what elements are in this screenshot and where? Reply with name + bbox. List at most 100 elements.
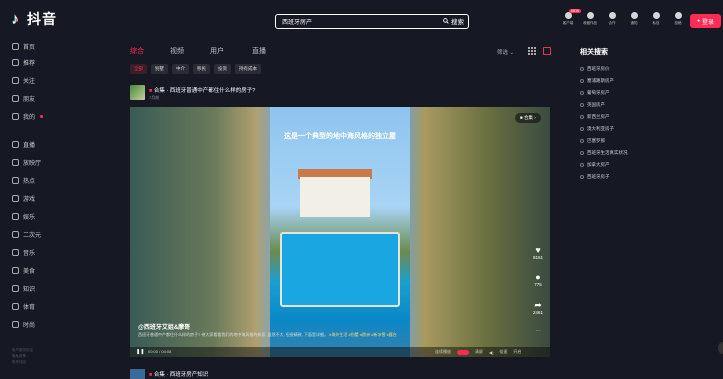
related-item-label: 西班牙房子 bbox=[587, 174, 610, 179]
bell-icon bbox=[630, 12, 638, 19]
chip-villa[interactable]: 别墅 bbox=[151, 64, 168, 74]
more-button[interactable]: ... bbox=[530, 327, 546, 332]
related-item[interactable]: 塞浦路斯房产 bbox=[580, 75, 628, 87]
login-button[interactable]: ● 登录 bbox=[690, 14, 721, 28]
autoplay-toggle[interactable] bbox=[457, 349, 469, 355]
top-bar: ♪ ♪ ♪ 抖音 搜索 NEW 客户端 收藏作品 合作 通知 私信 投稿 ● 登录 bbox=[0, 0, 723, 34]
comment-button[interactable]: ● 775 bbox=[530, 272, 546, 287]
search-button[interactable]: 搜索 bbox=[443, 16, 464, 26]
upload-icon bbox=[674, 12, 682, 19]
related-item[interactable]: 新西兰房产 bbox=[580, 111, 628, 123]
footer-link[interactable]: 账号找回 bbox=[12, 360, 26, 365]
video-author[interactable]: @西班牙艾姐&摩哥 bbox=[138, 322, 190, 331]
related-item-label: 澳大利亚房子 bbox=[587, 126, 614, 131]
chip-agent[interactable]: 中介 bbox=[172, 64, 189, 74]
sidebar-item-label: 音乐 bbox=[23, 251, 36, 257]
new-badge: NEW bbox=[569, 9, 582, 13]
sidebar-item-friends[interactable]: 朋友 bbox=[12, 94, 35, 103]
friends-icon bbox=[12, 95, 19, 102]
follow-icon bbox=[12, 77, 19, 84]
sidebar-item-sports[interactable]: 体育 bbox=[12, 302, 35, 311]
notifications-button[interactable]: 通知 bbox=[626, 12, 642, 26]
tab-video[interactable]: 视频 bbox=[170, 46, 210, 56]
sidebar-item-knowledge[interactable]: 知识 bbox=[12, 284, 35, 293]
sidebar-item-mine[interactable]: 我的 bbox=[12, 112, 44, 121]
sidebar-item-anime[interactable]: 二次元 bbox=[12, 230, 41, 239]
play-pause-icon[interactable]: ❚❚ bbox=[136, 349, 144, 355]
post-title[interactable]: ■ 合集 · 西班牙普通中产都住什么样的房子? bbox=[149, 86, 255, 94]
collection-button[interactable]: ■ 合集 › bbox=[515, 113, 541, 123]
tab-user[interactable]: 用户 bbox=[210, 46, 252, 56]
collection-icon: ■ bbox=[149, 88, 153, 94]
related-item[interactable]: 葡萄牙房产 bbox=[580, 87, 628, 99]
clear-screen-button[interactable]: 清屏 bbox=[475, 349, 483, 355]
footer-link[interactable]: 隐私政策 bbox=[12, 354, 26, 359]
messages-button[interactable]: 私信 bbox=[648, 12, 664, 26]
tab-live[interactable]: 直播 bbox=[252, 46, 292, 56]
scroll-handle[interactable] bbox=[718, 342, 723, 354]
chip-investment[interactable]: 投资 bbox=[214, 64, 231, 74]
sidebar-item-label: 体育 bbox=[23, 305, 36, 311]
volume-icon[interactable]: ◀) bbox=[489, 350, 493, 355]
filter-button[interactable]: 筛选 ⌄ bbox=[497, 48, 514, 56]
tab-all[interactable]: 综合 bbox=[130, 46, 170, 56]
sidebar-item-label: 二次元 bbox=[23, 233, 42, 239]
video-description: 西班牙普通中产都住什么样的房子? 带大家看看我们的地中海风格的新家, 虽然不大,… bbox=[138, 332, 397, 338]
sidebar-item-entertainment[interactable]: 娱乐 bbox=[12, 212, 35, 221]
chip-all[interactable]: 全部 bbox=[130, 64, 147, 74]
related-item[interactable]: 澳大利亚房子 bbox=[580, 123, 628, 135]
notification-dot bbox=[40, 115, 44, 118]
search-icon bbox=[580, 103, 584, 107]
next-post-title[interactable]: ■ 合集 · 西班牙房产知识 bbox=[149, 370, 208, 378]
list-view-icon[interactable] bbox=[543, 47, 551, 55]
grid-view-icon[interactable] bbox=[528, 47, 536, 55]
favorites-button[interactable]: 收藏作品 bbox=[582, 12, 598, 26]
speed-button[interactable]: 倍速 bbox=[499, 349, 507, 355]
like-button[interactable]: ♥ 9151 bbox=[530, 245, 546, 260]
chevron-down-icon: ⌄ bbox=[509, 50, 515, 56]
post-avatar[interactable] bbox=[130, 85, 145, 100]
sidebar-item-follow[interactable]: 关注 bbox=[12, 76, 35, 85]
sidebar-item-music[interactable]: 音乐 bbox=[12, 248, 35, 257]
sidebar-item-home[interactable]: 首页 bbox=[12, 42, 35, 51]
client-download-button[interactable]: NEW 客户端 bbox=[560, 9, 582, 26]
related-item[interactable]: 西班牙生活真实状况 bbox=[580, 147, 628, 159]
sidebar-item-live[interactable]: 直播 bbox=[12, 140, 35, 149]
client-icon bbox=[564, 12, 572, 19]
logo[interactable]: ♪ ♪ ♪ 抖音 bbox=[10, 9, 57, 29]
sidebar-item-game[interactable]: 游戏 bbox=[12, 194, 35, 203]
chip-immigration[interactable]: 移民 bbox=[193, 64, 210, 74]
hashtag[interactable]: #新冰雪 bbox=[371, 332, 385, 337]
cooperate-button[interactable]: 合作 bbox=[604, 12, 620, 26]
filter-label: 筛选 bbox=[497, 50, 509, 56]
hashtag[interactable]: #海外生活 bbox=[329, 332, 347, 337]
hashtag[interactable]: #欧洲 bbox=[360, 332, 370, 337]
related-item[interactable]: 加拿大房产 bbox=[580, 159, 628, 171]
related-item-label: 加拿大房产 bbox=[587, 162, 610, 167]
chip-holding-cost[interactable]: 持有成本 bbox=[235, 64, 261, 74]
related-item[interactable]: 巴塞罗那 bbox=[580, 135, 628, 147]
related-item[interactable]: 英国房产 bbox=[580, 99, 628, 111]
sidebar-item-hot[interactable]: 热点 bbox=[12, 176, 35, 185]
search-input[interactable] bbox=[282, 18, 422, 25]
next-post-avatar[interactable] bbox=[130, 369, 145, 379]
sidebar-item-recommend[interactable]: 推荐 bbox=[12, 58, 35, 67]
related-item[interactable]: 西班牙房价 bbox=[580, 63, 628, 75]
sidebar-item-food[interactable]: 美食 bbox=[12, 266, 35, 275]
sidebar-item-theater[interactable]: 放映厅 bbox=[12, 158, 41, 167]
sidebar-item-label: 放映厅 bbox=[23, 161, 42, 167]
video-player[interactable]: 这是一个典型的地中海风格的独立屋 ■ 合集 › ♥ 9151 ● 775 ➦ 2461… bbox=[130, 107, 550, 357]
share-button[interactable]: ➦ 2461 bbox=[530, 300, 546, 315]
sidebar-item-label: 首页 bbox=[23, 45, 36, 51]
sidebar-item-fashion[interactable]: 时尚 bbox=[12, 320, 35, 329]
fullscreen-button[interactable]: 开启 bbox=[513, 349, 521, 355]
star-icon bbox=[586, 12, 594, 19]
hashtag[interactable]: #露台 bbox=[387, 332, 397, 337]
upload-button[interactable]: 投稿 bbox=[670, 12, 686, 26]
hashtag[interactable]: #别墅 bbox=[349, 332, 359, 337]
footer-link[interactable]: 用户服务协议 bbox=[12, 348, 33, 353]
recommend-icon bbox=[12, 59, 19, 66]
related-item-label: 塞浦路斯房产 bbox=[587, 78, 614, 83]
related-item[interactable]: 西班牙房子 bbox=[580, 171, 628, 183]
sidebar-item-label: 知识 bbox=[23, 287, 36, 293]
